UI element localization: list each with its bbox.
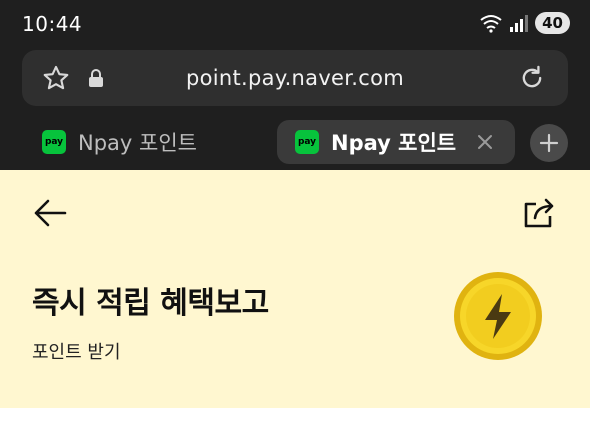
status-time: 10:44 (22, 12, 83, 36)
tab-label: Npay 포인트 (331, 131, 457, 155)
plus-icon (539, 133, 559, 153)
back-arrow-icon[interactable] (32, 196, 68, 230)
new-tab-button[interactable] (530, 124, 568, 162)
browser-chrome: point.pay.naver.com pay Npay 포인트 pay Npa… (0, 48, 590, 170)
benefit-hero: 즉시 적립 혜택보고 포인트 받기 (0, 170, 590, 408)
lightning-coin-icon (454, 272, 542, 360)
url-text: point.pay.naver.com (186, 66, 404, 90)
signal-icon (510, 15, 529, 32)
status-bar: 10:44 40 (0, 0, 590, 48)
tab-label: Npay 포인트 (78, 131, 197, 155)
share-icon[interactable] (522, 196, 558, 230)
status-icons: 40 (479, 12, 570, 34)
npay-badge-icon: pay (42, 130, 66, 154)
reload-icon[interactable] (518, 64, 546, 92)
battery-icon: 40 (535, 12, 570, 34)
tab-npay-point-inactive[interactable]: pay Npay 포인트 (32, 120, 252, 164)
close-icon[interactable] (473, 130, 497, 154)
address-bar[interactable]: point.pay.naver.com (22, 50, 568, 106)
wifi-icon (480, 15, 502, 33)
tab-npay-point-active[interactable]: pay Npay 포인트 (277, 120, 515, 164)
page-subtitle: 포인트 받기 (32, 342, 121, 363)
page-title: 즉시 적립 혜택보고 (32, 286, 269, 321)
npay-badge-icon: pay (295, 130, 319, 154)
